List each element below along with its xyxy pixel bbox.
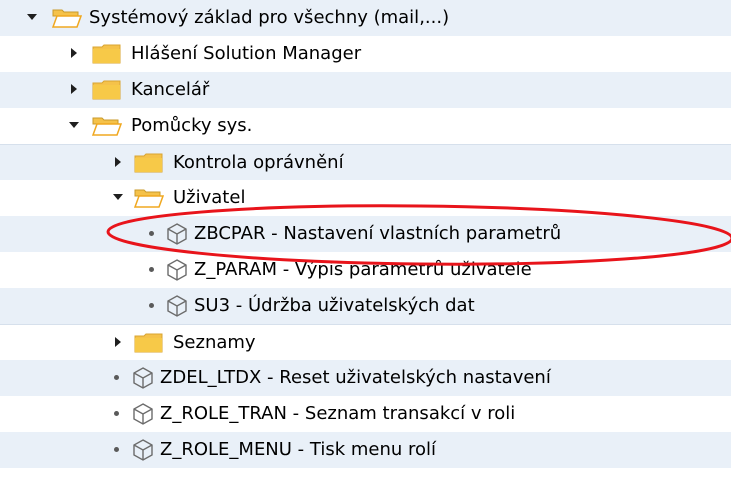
open-folder-icon	[91, 116, 123, 136]
folder-icon	[134, 333, 164, 353]
tree-node-label: Z_ROLE_TRAN - Seznam transakcí v roli	[160, 403, 516, 424]
transaction-cube-icon	[165, 294, 189, 318]
bullet-icon	[114, 411, 119, 416]
bullet-icon	[114, 375, 119, 380]
expanded-arrow-icon[interactable]	[112, 180, 128, 216]
tree-node-su3[interactable]: SU3 - Údržba uživatelských dat	[0, 288, 731, 324]
collapsed-arrow-icon[interactable]	[112, 145, 128, 181]
tree-node-kancelar[interactable]: Kancelář	[0, 72, 731, 108]
transaction-cube-icon	[131, 402, 155, 426]
collapsed-arrow-icon[interactable]	[68, 36, 84, 72]
tree-node-system-base[interactable]: Systémový základ pro všechny (mail,...)	[0, 0, 731, 36]
tree-node-label: Seznamy	[173, 332, 256, 353]
bullet-icon	[149, 267, 154, 272]
bullet-icon	[149, 303, 154, 308]
open-folder-icon	[51, 8, 83, 28]
tree-node-label: Kancelář	[131, 79, 210, 100]
bullet-icon	[114, 447, 119, 452]
tree-node-z-role-tran[interactable]: Z_ROLE_TRAN - Seznam transakcí v roli	[0, 396, 731, 432]
transaction-cube-icon	[165, 258, 189, 282]
folder-icon	[92, 80, 122, 100]
transaction-cube-icon	[131, 366, 155, 390]
expanded-arrow-icon[interactable]	[68, 108, 84, 144]
tree-node-z-role-menu[interactable]: Z_ROLE_MENU - Tisk menu rolí	[0, 432, 731, 468]
tree-node-label: SU3 - Údržba uživatelských dat	[194, 295, 475, 316]
tree-node-zbcpar[interactable]: ZBCPAR - Nastavení vlastních parametrů	[0, 216, 731, 252]
tree-node-label: Z_PARAM - Výpis parametrů uživatele	[194, 259, 532, 280]
folder-icon	[134, 153, 164, 173]
tree-node-label: ZBCPAR - Nastavení vlastních parametrů	[194, 223, 562, 244]
tree-node-label: Z_ROLE_MENU - Tisk menu rolí	[160, 439, 437, 460]
expanded-arrow-icon[interactable]	[26, 0, 42, 36]
transaction-cube-icon	[165, 222, 189, 246]
open-folder-icon	[133, 188, 165, 208]
tree-node-seznamy[interactable]: Seznamy	[0, 324, 731, 361]
transaction-cube-icon	[131, 438, 155, 462]
tree-node-label: Hlášení Solution Manager	[131, 43, 362, 64]
bullet-icon	[149, 231, 154, 236]
tree-node-label: Pomůcky sys.	[131, 115, 253, 136]
tree-node-zdel-ltdx[interactable]: ZDEL_LTDX - Reset uživatelských nastaven…	[0, 360, 731, 396]
tree-node-kontrola-opravneni[interactable]: Kontrola oprávnění	[0, 144, 731, 181]
menu-tree: Systémový základ pro všechny (mail,...) …	[0, 0, 731, 495]
tree-node-label: ZDEL_LTDX - Reset uživatelských nastaven…	[160, 367, 551, 388]
tree-node-label: Kontrola oprávnění	[173, 152, 344, 173]
tree-node-pomucky-sys[interactable]: Pomůcky sys.	[0, 108, 731, 144]
tree-node-uzivatel[interactable]: Uživatel	[0, 180, 731, 216]
tree-node-label: Systémový základ pro všechny (mail,...)	[89, 7, 450, 28]
tree-node-label: Uživatel	[173, 187, 246, 208]
tree-node-solution-manager[interactable]: Hlášení Solution Manager	[0, 36, 731, 72]
folder-icon	[92, 44, 122, 64]
tree-node-z-param[interactable]: Z_PARAM - Výpis parametrů uživatele	[0, 252, 731, 288]
collapsed-arrow-icon[interactable]	[112, 325, 128, 361]
collapsed-arrow-icon[interactable]	[68, 72, 84, 108]
